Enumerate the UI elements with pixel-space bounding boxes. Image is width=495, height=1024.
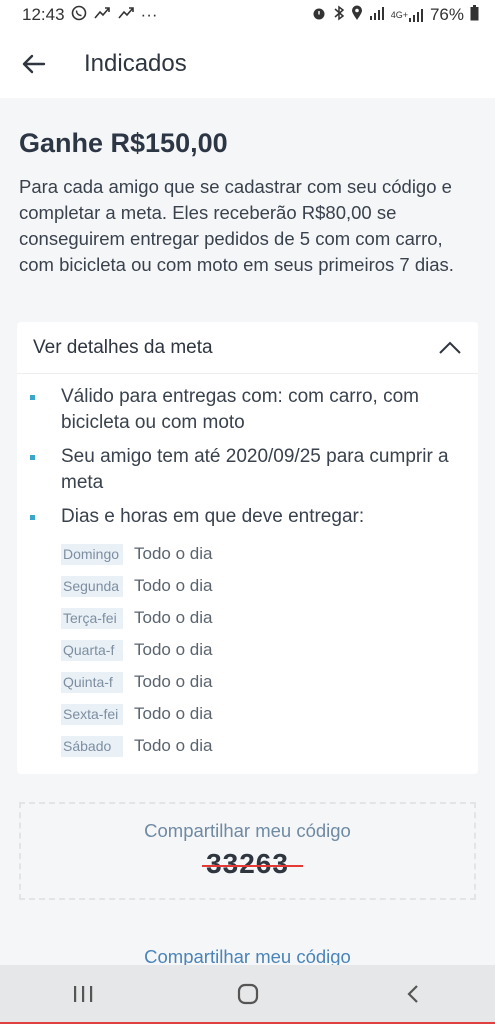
network-type: 4G+ xyxy=(390,9,408,20)
chevron-left-icon xyxy=(406,984,418,1003)
system-nav-bar xyxy=(0,965,495,1024)
recent-apps-button[interactable] xyxy=(43,969,123,1019)
home-icon xyxy=(237,983,258,1004)
condition-text: Válido para entregas com: com carro, com… xyxy=(61,386,419,433)
day-label: Sexta-fei xyxy=(61,703,123,725)
bullet-icon xyxy=(30,515,35,520)
signal-icon xyxy=(369,5,385,25)
day-hours: Todo o dia xyxy=(134,608,213,627)
day-hours: Todo o dia xyxy=(134,704,213,723)
day-hours: Todo o dia xyxy=(134,576,213,595)
schedule-row: Segunda Todo o dia xyxy=(61,570,212,602)
list-item: Válido para entregas com: com carro, com… xyxy=(17,384,478,436)
bluetooth-icon xyxy=(333,5,345,26)
schedule-row: Quinta-f Todo o dia xyxy=(61,666,212,698)
back-button[interactable] xyxy=(0,30,68,98)
location-icon xyxy=(351,5,363,26)
recent-apps-icon xyxy=(73,985,92,1002)
whatsapp-icon xyxy=(71,5,87,26)
schedule-row: Terça-fei Todo o dia xyxy=(61,602,212,634)
app-bar: Indicados xyxy=(0,30,495,98)
battery-percent: 76% xyxy=(429,5,464,24)
share-code-box[interactable]: Compartilhar meu código 33263 xyxy=(19,802,476,900)
condition-text: Dias e horas em que deve entregar: xyxy=(61,506,365,527)
day-hours: Todo o dia xyxy=(134,736,213,755)
strike-line xyxy=(202,865,303,867)
share-code-label: Compartilhar meu código xyxy=(144,820,351,841)
schedule-row: Domingo Todo o dia xyxy=(61,538,212,570)
chevron-up-icon xyxy=(439,341,461,354)
more-dots-icon: ··· xyxy=(140,5,158,24)
schedule-row: Quarta-f Todo o dia xyxy=(61,634,212,666)
list-item: Dias e horas em que deve entregar: xyxy=(17,504,478,530)
goal-details-card: Ver detalhes da meta Válido para entrega… xyxy=(17,322,478,774)
list-item: Seu amigo tem até 2020/09/25 para cumpri… xyxy=(17,444,478,496)
condition-text: Seu amigo tem até 2020/09/25 para cumpri… xyxy=(61,446,449,493)
reward-description: Para cada amigo que se cadastrar com seu… xyxy=(19,176,454,275)
status-left: 12:43 ··· xyxy=(22,5,158,26)
missed-call-icon xyxy=(117,5,135,25)
home-button[interactable] xyxy=(208,969,288,1019)
schedule-row: Sexta-fei Todo o dia xyxy=(61,698,212,730)
goal-details-label: Ver detalhes da meta xyxy=(33,336,213,358)
status-time: 12:43 xyxy=(22,5,65,24)
page-title: Indicados xyxy=(84,50,187,77)
referral-code: 33263 xyxy=(206,848,289,879)
day-label: Domingo xyxy=(61,543,123,565)
day-hours: Todo o dia xyxy=(134,544,213,563)
alarm-icon xyxy=(311,5,327,26)
day-label: Quinta-f xyxy=(61,671,123,693)
referral-code-wrap: 33263 xyxy=(202,848,303,880)
4g-signal-icon: 4G+ xyxy=(391,8,424,22)
day-label: Terça-fei xyxy=(61,607,123,629)
back-nav-button[interactable] xyxy=(373,969,453,1019)
reward-headline: Ganhe R$150,00 xyxy=(19,128,228,158)
goal-details-toggle[interactable]: Ver detalhes da meta xyxy=(17,322,478,374)
day-label: Segunda xyxy=(61,575,123,597)
status-bar: 12:43 ··· 4G+ 76% xyxy=(0,0,495,30)
status-right: 4G+ 76% xyxy=(311,4,479,26)
day-label: Quarta-f xyxy=(61,639,123,661)
goal-conditions-list: Válido para entregas com: com carro, com… xyxy=(17,384,478,538)
day-hours: Todo o dia xyxy=(134,640,213,659)
missed-call-icon xyxy=(93,5,111,25)
bullet-icon xyxy=(30,455,35,460)
arrow-left-icon xyxy=(22,54,46,74)
battery-icon xyxy=(470,4,479,26)
schedule-row: Sábado Todo o dia xyxy=(61,730,212,762)
bullet-icon xyxy=(30,395,35,400)
day-hours: Todo o dia xyxy=(134,672,213,691)
delivery-schedule: Domingo Todo o dia Segunda Todo o dia Te… xyxy=(61,538,212,762)
day-label: Sábado xyxy=(61,735,123,757)
